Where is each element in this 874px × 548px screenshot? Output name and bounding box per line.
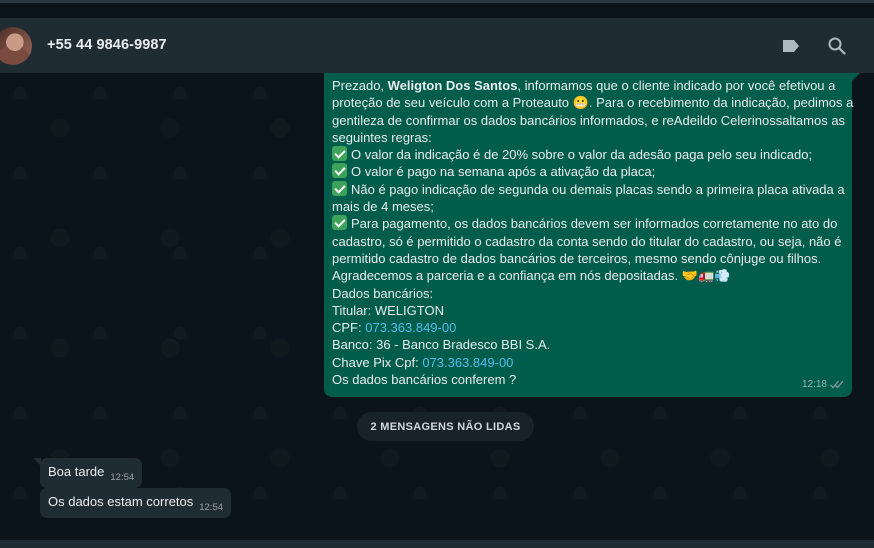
bubble-tail: [852, 73, 860, 81]
holder-line: Titular: WELIGTON: [332, 302, 444, 318]
message-time: 12:18: [801, 378, 827, 390]
label-icon[interactable]: [779, 34, 803, 58]
thanks-line: Agradecemos a parceria e a confiança em …: [332, 268, 731, 284]
grinning-face-icon: 😬: [572, 95, 589, 111]
message-meta: 12:18: [802, 376, 844, 393]
bubble-tail: [33, 458, 41, 466]
rule-2: O valor é pago na semana após a ativação…: [332, 163, 842, 180]
message-line: proteção de seu veículo com a Proteauto …: [332, 95, 854, 111]
search-icon[interactable]: [825, 34, 849, 58]
check-mark-icon: [332, 215, 347, 231]
rule-3: Não é pago indicação de segunda ou demai…: [332, 180, 845, 198]
chat-area[interactable]: Prezado, Weligton Dos Santos, informamos…: [0, 73, 874, 548]
pix-line: Chave Pix Cpf: 073.363.849-00: [332, 354, 514, 370]
message-line: gentileza de confirmar os dados bancário…: [332, 112, 846, 128]
bank-title: Dados bancários:: [332, 285, 434, 301]
window-top-strip: [0, 0, 874, 18]
message-time: 12:54: [110, 472, 135, 483]
rule-1: O valor da indicação é de 20% sobre o va…: [332, 146, 842, 163]
double-check-icon: [830, 380, 844, 389]
contact-name[interactable]: +55 44 9846-9987: [47, 37, 167, 53]
cpf-phone-link[interactable]: 073.363.849-00: [365, 320, 456, 335]
message-line: mais de 4 meses;: [332, 199, 434, 215]
message-line: seguintes regras:: [332, 129, 432, 145]
handshake-icon: 🤝: [681, 268, 698, 284]
cpf-line: CPF: 073.363.849-00: [332, 320, 457, 336]
bank-line: Banco: 36 - Banco Bradesco BBI S.A.: [332, 337, 551, 353]
incoming-message-bubble[interactable]: Boa tarde 12:54: [33, 458, 143, 488]
check-mark-icon: [332, 180, 347, 196]
message-text: Boa tarde: [48, 464, 105, 479]
recipient-name: Weligton Dos Santos: [387, 78, 518, 93]
message-time: 12:54: [199, 502, 224, 513]
message-text: Os dados estam corretos: [48, 494, 194, 509]
composer-bar-edge: [0, 540, 874, 548]
unread-messages-divider: 2 MENSAGENS NÃO LIDAS: [357, 412, 534, 441]
rule-4: Para pagamento, os dados bancários devem…: [332, 215, 842, 232]
message-line: cadastro, só é permitido o cadastro da c…: [332, 233, 842, 249]
incoming-message-bubble[interactable]: Os dados estam corretos 12:54: [40, 488, 232, 518]
truck-icon: 🚛: [697, 268, 715, 284]
message-line: Prezado, Weligton Dos Santos, informamos…: [332, 78, 836, 93]
chat-header: +55 44 9846-9987: [0, 18, 874, 73]
message-line: permitido cadastro de dados bancários de…: [332, 250, 822, 266]
outgoing-message-bubble[interactable]: Prezado, Weligton Dos Santos, informamos…: [324, 73, 860, 397]
pix-phone-link[interactable]: 073.363.849-00: [422, 355, 513, 370]
check-mark-icon: [332, 146, 347, 162]
contact-avatar[interactable]: [0, 27, 32, 65]
dash-icon: 💨: [714, 268, 731, 284]
question-line: Os dados bancários conferem ?: [332, 372, 517, 388]
check-mark-icon: [332, 163, 347, 179]
